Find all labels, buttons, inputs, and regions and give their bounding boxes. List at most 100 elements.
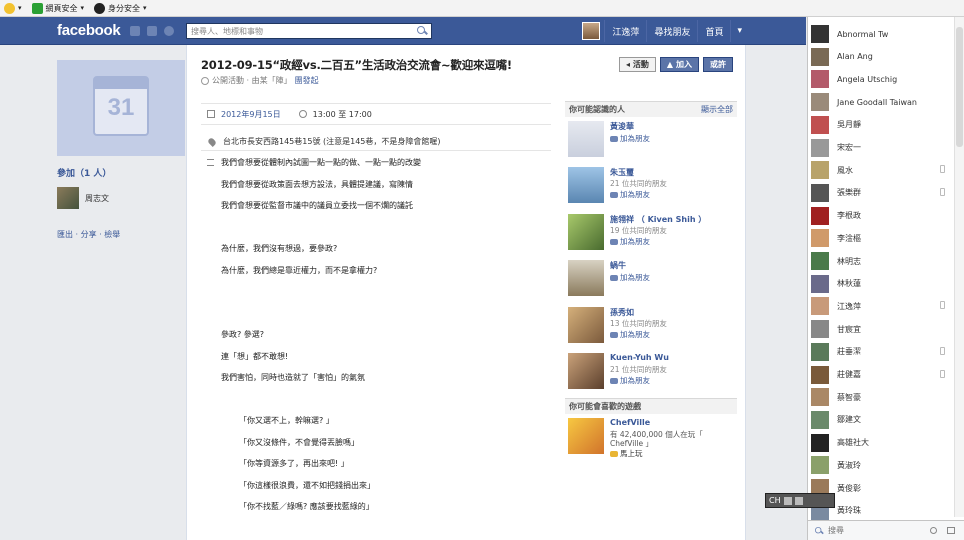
suggested-person-name[interactable]: 朱玉璽 [610, 167, 634, 178]
suggested-person[interactable]: 蝸牛 加為朋友 [565, 256, 737, 303]
chat-friend-name[interactable]: 黃玲珠 [837, 505, 861, 516]
chat-friend[interactable]: 鄒建文 [808, 409, 953, 431]
chat-friend-name[interactable]: 甘宸宜 [837, 324, 861, 335]
game-name[interactable]: ChefVille [610, 418, 650, 427]
chat-friend-name[interactable]: 鄒建文 [837, 414, 861, 425]
mutual-friends-count[interactable]: 13 位共同的朋友 [610, 318, 667, 329]
chat-friend-avatar[interactable] [811, 410, 829, 429]
chefville-icon[interactable] [568, 417, 604, 454]
suggested-person[interactable]: 施翎祥 （ Kiven Shih ） 19 位共同的朋友 加為朋友 [565, 210, 737, 257]
ime-toolbar[interactable]: CH [765, 493, 835, 508]
nav-find-friends[interactable]: 尋找朋友 [646, 20, 697, 42]
chat-friend[interactable]: 蔡智豪 [808, 386, 953, 408]
game-item[interactable]: ChefVille 有 42,400,000 個人在玩「 ChefVille 」… [565, 414, 737, 470]
suggested-person-avatar[interactable] [568, 260, 604, 296]
suggested-person-name[interactable]: 施翎祥 （ Kiven Shih ） [610, 214, 706, 225]
chat-friend[interactable]: 莊健嘉 [808, 364, 953, 386]
suggested-person-name[interactable]: 孫秀如 [610, 307, 634, 318]
chat-friend[interactable]: 李根政 [808, 205, 953, 227]
chat-options-gear-icon[interactable] [930, 527, 937, 534]
chat-friend-name[interactable]: 張樂群 [837, 187, 861, 198]
chat-friend-name[interactable]: 李根政 [837, 210, 861, 221]
chat-friend-avatar[interactable] [811, 115, 829, 134]
attendee-name[interactable]: 周志文 [85, 193, 109, 204]
chat-friend[interactable]: 林明志 [808, 250, 953, 272]
chat-friend[interactable]: 江逸萍 [808, 295, 953, 317]
chat-friend-name[interactable]: 宋宏一 [837, 142, 861, 153]
suggested-person-name[interactable]: Kuen-Yuh Wu [610, 353, 669, 362]
chat-friend-avatar[interactable] [811, 320, 829, 339]
chat-friend-name[interactable]: 黃淑玲 [837, 460, 861, 471]
add-friend-button[interactable]: 加為朋友 [610, 133, 650, 144]
chat-friend-avatar[interactable] [811, 297, 829, 316]
chat-friend-avatar[interactable] [811, 161, 829, 180]
suggested-person-avatar[interactable] [568, 353, 604, 389]
chat-friend-name[interactable]: 蔡智豪 [837, 392, 861, 403]
attendee-item[interactable]: 周志文 [57, 187, 185, 209]
chat-friend-avatar[interactable] [811, 274, 829, 293]
chat-friend[interactable]: 風水 [808, 159, 953, 181]
chat-friend[interactable]: Alan Ang [808, 46, 953, 68]
chat-friend-name[interactable]: 林秋蓮 [837, 278, 861, 289]
mutual-friends-count[interactable]: 19 位共同的朋友 [610, 225, 667, 236]
join-button[interactable]: ▲ 加入 [659, 57, 699, 72]
search-bar[interactable] [186, 23, 432, 39]
friend-requests-icon[interactable] [130, 26, 140, 36]
chat-friend-avatar[interactable] [811, 365, 829, 384]
toolbar-web-safety[interactable]: 網頁安全 ▾ [31, 2, 84, 14]
attendee-avatar[interactable] [57, 187, 79, 209]
chat-friend-name[interactable]: 江逸萍 [837, 301, 861, 312]
ime-language[interactable]: CH [769, 496, 781, 505]
chat-friend-name[interactable]: Angela Utschig [837, 75, 897, 84]
chat-search-bar[interactable] [808, 520, 964, 540]
toolbar-check[interactable]: ▾ [4, 2, 22, 14]
chat-friend[interactable]: 宋宏一 [808, 137, 953, 159]
chat-friend[interactable]: 林秋蓮 [808, 273, 953, 295]
event-date[interactable]: 2012年9月15日 [221, 109, 281, 120]
nav-profile[interactable]: 江逸萍 [604, 20, 646, 42]
chat-friend-avatar[interactable] [811, 93, 829, 112]
suggested-person-avatar[interactable] [568, 167, 604, 203]
suggested-person[interactable]: Kuen-Yuh Wu 21 位共同的朋友 加為朋友 [565, 349, 737, 396]
suggested-person[interactable]: 黃浚華 加為朋友 [565, 117, 737, 163]
mutual-friends-count[interactable]: 21 位共同的朋友 [610, 364, 667, 375]
chat-friend[interactable]: 甘宸宜 [808, 318, 953, 340]
chat-friend-name[interactable]: 高雄社大 [837, 437, 869, 448]
chat-friend-avatar[interactable] [811, 252, 829, 270]
chat-friend-name[interactable]: 林明志 [837, 256, 861, 267]
chat-friend-avatar[interactable] [811, 183, 829, 202]
attending-heading[interactable]: 參加（1 人） [57, 166, 185, 179]
chat-friend-avatar[interactable] [811, 456, 829, 475]
maybe-button[interactable]: 或許 [703, 57, 733, 72]
chat-friend-name[interactable]: 風水 [837, 165, 853, 176]
play-now-button[interactable]: 馬上玩 [610, 448, 643, 459]
chat-friend[interactable]: Angela Utschig [808, 68, 953, 90]
ime-mode-icon[interactable] [783, 496, 792, 505]
chat-friend[interactable]: Jane Goodall Taiwan [808, 91, 953, 113]
see-all-link[interactable]: 顯示全部 [701, 104, 733, 115]
add-friend-button[interactable]: 加為朋友 [610, 375, 650, 386]
chat-friend[interactable]: 莊垂潔 [808, 341, 953, 363]
chat-scrollbar-thumb[interactable] [956, 27, 963, 147]
add-friend-button[interactable]: 加為朋友 [610, 272, 650, 283]
chat-friend-name[interactable]: 莊垂潔 [837, 346, 861, 357]
chat-friend-avatar[interactable] [811, 388, 829, 407]
chat-friend-avatar[interactable] [811, 70, 829, 89]
chat-friend-avatar[interactable] [811, 229, 829, 248]
chat-friend[interactable]: 吳月靜 [808, 114, 953, 136]
suggested-person-avatar[interactable] [568, 121, 604, 157]
facebook-logo[interactable]: facebook [57, 22, 121, 39]
chat-friend[interactable]: 張樂群 [808, 182, 953, 204]
chat-friend-name[interactable]: Alan Ang [837, 52, 873, 61]
suggested-person-name[interactable]: 蝸牛 [610, 260, 626, 271]
suggested-person[interactable]: 孫秀如 13 位共同的朋友 加為朋友 [565, 303, 737, 350]
chat-friend[interactable]: 黃淑玲 [808, 454, 953, 476]
mutual-friends-count[interactable]: 21 位共同的朋友 [610, 178, 667, 189]
events-back-button[interactable]: ◂ 活動 [619, 57, 656, 72]
add-friend-button[interactable]: 加為朋友 [610, 329, 650, 340]
chat-popout-icon[interactable] [947, 527, 955, 534]
search-icon[interactable] [415, 24, 429, 38]
user-avatar[interactable] [582, 22, 601, 40]
ime-settings-icon[interactable] [794, 496, 803, 505]
search-input[interactable] [191, 26, 415, 36]
